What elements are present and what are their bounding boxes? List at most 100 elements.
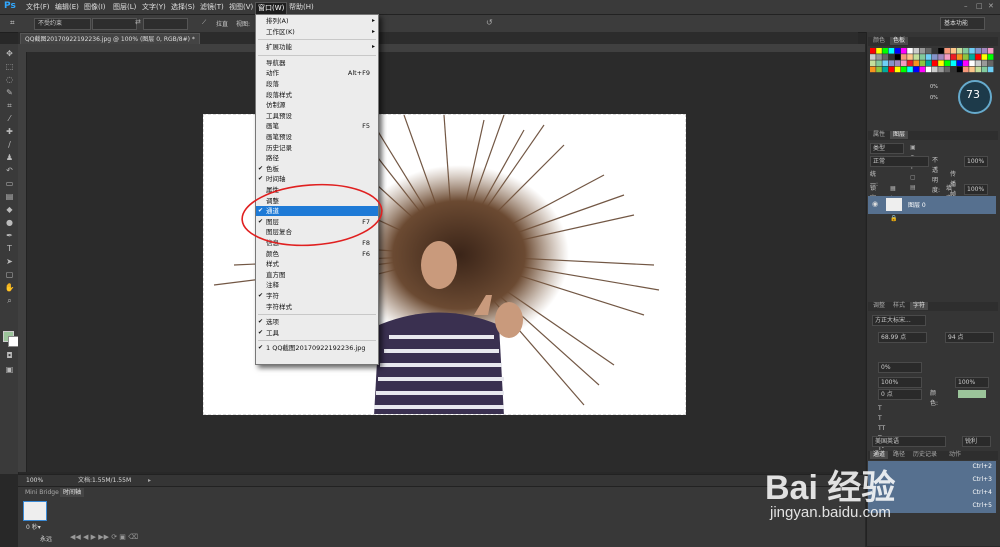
swatch[interactable] (987, 54, 994, 60)
swatch[interactable] (932, 48, 938, 54)
window-menu-item[interactable]: 排列(A) ▸ (256, 16, 378, 26)
swatch[interactable] (907, 48, 913, 54)
window-menu-item[interactable]: ✔ 色板 (256, 164, 378, 174)
swatch[interactable] (956, 66, 963, 73)
path-select-tool-icon[interactable]: ➤ (4, 256, 15, 267)
marquee-tool-icon[interactable]: ⬚ (4, 61, 15, 72)
swatch[interactable] (969, 60, 975, 66)
swatch[interactable] (901, 66, 907, 73)
crop-tool-icon[interactable]: ⌗ (4, 100, 15, 111)
tab-adjustments[interactable]: 调整 (870, 302, 888, 310)
gradient-tool-icon[interactable]: ▤ (4, 191, 15, 202)
swatch[interactable] (925, 60, 932, 66)
swatch[interactable] (882, 54, 888, 60)
maximize-icon[interactable]: □ (976, 2, 983, 10)
swatch[interactable] (919, 66, 926, 73)
swatch[interactable] (975, 48, 981, 54)
swatch[interactable] (987, 48, 994, 54)
frame-delay[interactable]: 0 秒▾ (26, 522, 41, 531)
loop-select[interactable]: 永远 (40, 534, 52, 543)
window-menu-item[interactable]: 颜色 F6 (256, 249, 378, 259)
timeline-frame-thumbnail[interactable] (23, 501, 47, 521)
swatch[interactable] (907, 54, 913, 60)
tab-mini-bridge[interactable]: Mini Bridge (22, 488, 62, 497)
swatch[interactable] (888, 48, 895, 54)
swatch[interactable] (888, 54, 895, 60)
swatch[interactable] (963, 66, 969, 73)
swap-icon[interactable]: ⇄ (135, 18, 141, 26)
layer-row-selected[interactable]: ◉ 图层 0 (868, 196, 996, 214)
font-size-field[interactable]: 68.99 点 (878, 332, 927, 343)
layer-filter-icons[interactable]: ▣ ◐ T ▢ ▤ (910, 143, 916, 193)
opacity-field[interactable]: 100% (964, 156, 988, 167)
swatch[interactable] (981, 48, 988, 54)
swatch[interactable] (944, 48, 950, 54)
swatch[interactable] (876, 48, 882, 54)
swatch[interactable] (876, 66, 882, 73)
swatch[interactable] (969, 54, 975, 60)
swatch[interactable] (938, 54, 944, 60)
swatch[interactable] (913, 48, 919, 54)
window-menu-item[interactable]: 路径 (256, 153, 378, 163)
quick-mask-icon[interactable]: ◘ (4, 350, 15, 361)
tab-styles[interactable]: 样式 (890, 302, 908, 310)
menu-layer[interactable]: 图层(L) (111, 2, 138, 13)
window-menu-item[interactable]: ✔ 选项 (256, 317, 378, 327)
swatch[interactable] (925, 66, 932, 73)
swatch[interactable] (913, 60, 919, 66)
menu-edit[interactable]: 编辑(E) (53, 2, 81, 13)
swatch[interactable] (888, 60, 895, 66)
swatch[interactable] (913, 54, 919, 60)
swatch[interactable] (938, 66, 944, 73)
window-menu-item[interactable]: 动作 Alt+F9 (256, 68, 378, 78)
swatch[interactable] (901, 60, 907, 66)
swatch[interactable] (894, 66, 901, 73)
swatch[interactable] (888, 66, 895, 73)
window-menu-item[interactable]: 段落 (256, 79, 378, 89)
quick-select-tool-icon[interactable]: ✎ (4, 87, 15, 98)
tab-layers[interactable]: 图层 (890, 131, 909, 139)
minimize-icon[interactable]: – (964, 2, 968, 10)
swatch[interactable] (975, 54, 981, 60)
swatch[interactable] (950, 66, 957, 73)
blend-mode-select[interactable]: 正常 (870, 156, 929, 167)
visibility-eye-icon[interactable]: ◉ (872, 200, 878, 208)
swatch[interactable] (932, 54, 938, 60)
crop-preset-select[interactable]: 不受约束 (34, 18, 91, 30)
swatch[interactable] (907, 66, 913, 73)
window-menu-item[interactable]: 历史记录 (256, 143, 378, 153)
swatch[interactable] (919, 48, 926, 54)
swatch[interactable] (901, 54, 907, 60)
window-menu-item[interactable]: 字符样式 (256, 302, 378, 312)
swatch[interactable] (882, 60, 888, 66)
hand-tool-icon[interactable]: ✋ (4, 282, 15, 293)
tab-properties[interactable]: 属性 (870, 131, 888, 139)
tab-swatches[interactable]: 色板 (890, 37, 909, 45)
stamp-tool-icon[interactable]: ♟ (4, 152, 15, 163)
swatch[interactable] (981, 54, 988, 60)
swatch[interactable] (944, 60, 950, 66)
window-menu-item[interactable]: 段落样式 (256, 90, 378, 100)
swatch[interactable] (969, 66, 975, 73)
healing-tool-icon[interactable]: ✚ (4, 126, 15, 137)
layer-name[interactable]: 图层 0 (908, 200, 926, 209)
vertical-scale-field[interactable]: 100% (878, 377, 922, 388)
swatch[interactable] (919, 60, 926, 66)
eyedropper-tool-icon[interactable]: ⁄ (4, 113, 15, 124)
baseline-field[interactable]: 0 点 (878, 389, 922, 400)
swatch[interactable] (956, 48, 963, 54)
dodge-tool-icon[interactable]: ● (4, 217, 15, 228)
window-menu-item[interactable]: ✔ 工具 (256, 328, 378, 338)
menu-window[interactable]: 窗口(W) (255, 2, 288, 14)
crop-width-field[interactable] (92, 18, 137, 30)
swatch[interactable] (981, 60, 988, 66)
swatch[interactable] (932, 66, 938, 73)
swatch[interactable] (981, 66, 988, 73)
lasso-tool-icon[interactable]: ◌ (4, 74, 15, 85)
move-tool-icon[interactable]: ✥ (4, 48, 15, 59)
zoom-tool-icon[interactable]: ⌕ (4, 295, 15, 306)
swatch[interactable] (932, 60, 938, 66)
swatch[interactable] (950, 54, 957, 60)
menu-help[interactable]: 帮助(H) (287, 2, 316, 13)
horizontal-scale-field[interactable]: 100% (955, 377, 989, 388)
